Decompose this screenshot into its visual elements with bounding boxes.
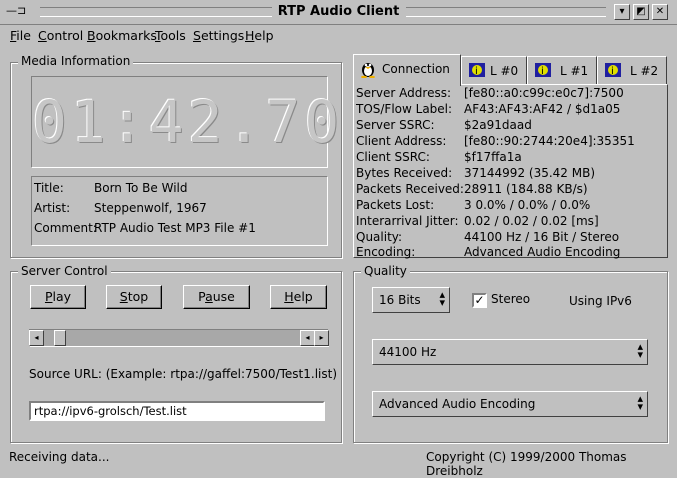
window-title: RTP Audio Client	[277, 4, 400, 19]
help-button[interactable]: Help	[270, 285, 327, 309]
ipv6-status: Using IPv6	[569, 294, 632, 308]
tux-penguin-icon	[360, 60, 376, 81]
menu-tools[interactable]: Tools	[155, 28, 186, 43]
packets-received-value: 28911 (184.88 KB/s)	[464, 182, 588, 196]
sample-rate-value: 44100 Hz	[379, 345, 437, 359]
updown-arrow-icon: ▴ ▾	[637, 340, 643, 361]
time-display: 01:42.70	[31, 76, 344, 168]
sample-rate-select[interactable]: 44100 Hz ▴ ▾	[372, 339, 648, 365]
menu-control[interactable]: Control	[38, 28, 83, 43]
conn-row: Interarrival Jitter: 0.02 / 0.02 / 0.02 […	[356, 214, 599, 228]
globe-icon: i	[468, 62, 486, 81]
tab-connection-label: Connection	[382, 62, 450, 76]
comment-value: RTP Audio Test MP3 File #1	[94, 221, 256, 235]
packets-lost-label: Packets Lost:	[356, 198, 435, 212]
scroll-right-arrow-icon[interactable]: ▸	[314, 330, 329, 346]
server-ssrc-label: Server SSRC:	[356, 118, 435, 132]
server-control-title: Server Control	[18, 264, 111, 278]
stereo-checkbox[interactable]: ✓	[472, 293, 487, 308]
conn-row: TOS/Flow Label: AF43:AF43:AF42 / $d1a05	[356, 102, 620, 116]
conn-row: Packets Received: 28911 (184.88 KB/s)	[356, 182, 588, 196]
scroll-left-button[interactable]: ◂	[29, 330, 44, 346]
scroll-left-arrow-icon[interactable]: ◂	[300, 330, 315, 346]
tab-l2[interactable]: i L #2	[597, 56, 667, 84]
svg-text:i: i	[475, 66, 478, 77]
interarrival-jitter-label: Interarrival Jitter:	[356, 214, 459, 228]
source-url-input[interactable]	[29, 401, 325, 421]
status-bar: Receiving data... Copyright (C) 1999/200…	[0, 446, 677, 478]
bits-select[interactable]: 16 Bits ▴ ▾	[372, 287, 450, 313]
pause-button[interactable]: Pause	[183, 285, 250, 309]
bytes-received-value: 37144992 (35.42 MB)	[464, 166, 596, 180]
encoding-value: Advanced Audio Encoding	[464, 245, 621, 259]
tab-l1[interactable]: i L #1	[527, 56, 597, 84]
client-ssrc-label: Client SSRC:	[356, 150, 430, 164]
globe-icon: i	[534, 62, 552, 81]
tab-connection[interactable]: Connection	[353, 54, 461, 86]
close-icon[interactable]: ✕	[652, 4, 668, 20]
menu-bookmarks[interactable]: Bookmarks	[87, 28, 157, 43]
quality-label: Quality:	[356, 230, 403, 244]
track-info-box: Title: Born To Be Wild Artist: Steppenwo…	[31, 176, 328, 246]
menu-bar: File Control Bookmarks Tools Settings He…	[0, 25, 677, 47]
copyright-text: Copyright (C) 1999/2000 Thomas Dreibholz	[426, 450, 627, 478]
connection-panel: Server Address: [fe80::a0:c99c:e0c7]:7500…	[353, 84, 668, 259]
tab-l0[interactable]: i L #0	[461, 56, 527, 84]
globe-icon: i	[604, 62, 622, 81]
encoding-select[interactable]: Advanced Audio Encoding ▴ ▾	[372, 391, 648, 417]
title-value: Born To Be Wild	[94, 181, 188, 195]
comment-label: Comment:	[34, 221, 97, 235]
server-address-label: Server Address:	[356, 86, 451, 100]
artist-label: Artist:	[34, 201, 71, 215]
tos-flow-label: TOS/Flow Label:	[356, 102, 453, 116]
tab-l0-label: L #0	[490, 64, 519, 78]
server-ssrc-value: $2a91daad	[464, 118, 532, 132]
position-slider[interactable]: ◂ ◂ ▸	[29, 329, 329, 347]
media-information-title: Media Information	[18, 54, 134, 68]
tos-flow-value: AF43:AF43:AF42 / $d1a05	[464, 102, 621, 116]
minimize-icon[interactable]: ▾	[614, 4, 630, 20]
time-display-value: 01:42.70	[32, 88, 344, 156]
title-label: Title:	[34, 181, 64, 195]
bytes-received-label: Bytes Received:	[356, 166, 453, 180]
packets-lost-value: 3 0.0% / 0.0% / 0.0%	[464, 198, 591, 212]
position-slider-thumb[interactable]	[53, 330, 66, 346]
stop-button[interactable]: Stop	[106, 285, 162, 309]
svg-text:i: i	[541, 66, 544, 77]
bits-select-value: 16 Bits	[379, 293, 421, 307]
artist-value: Steppenwolf, 1967	[94, 201, 207, 215]
client-address-value: [fe80::90:2744:20e4]:35351	[464, 134, 635, 148]
stereo-label[interactable]: Stereo	[491, 292, 530, 306]
play-button[interactable]: Play	[30, 285, 86, 309]
conn-row: Quality: 44100 Hz / 16 Bit / Stereo	[356, 230, 619, 244]
packets-received-label: Packets Received:	[356, 182, 464, 196]
encoding-select-value: Advanced Audio Encoding	[379, 397, 536, 411]
conn-row: Packets Lost: 3 0.0% / 0.0% / 0.0%	[356, 198, 590, 212]
encoding-label: Encoding:	[356, 245, 416, 259]
client-ssrc-value: $f17ffa1a	[464, 150, 522, 164]
conn-row: Server Address: [fe80::a0:c99c:e0c7]:7500	[356, 86, 624, 100]
status-text: Receiving data...	[9, 450, 110, 464]
client-address-label: Client Address:	[356, 134, 447, 148]
tab-l1-label: L #1	[560, 64, 589, 78]
updown-arrow-icon: ▴ ▾	[637, 392, 643, 413]
title-bar[interactable]: —⊐ RTP Audio Client ▾ ◩ ✕	[0, 0, 677, 25]
menu-help[interactable]: Help	[245, 28, 274, 43]
menu-file[interactable]: File	[10, 28, 31, 43]
conn-row: Client Address: [fe80::90:2744:20e4]:3535…	[356, 134, 635, 148]
menu-settings[interactable]: Settings	[193, 28, 244, 43]
conn-row: Bytes Received: 37144992 (35.42 MB)	[356, 166, 595, 180]
conn-row: Server SSRC: $2a91daad	[356, 118, 532, 132]
conn-row: Encoding: Advanced Audio Encoding	[356, 245, 620, 259]
tab-l2-label: L #2	[630, 64, 659, 78]
interarrival-jitter-value: 0.02 / 0.02 / 0.02 [ms]	[464, 214, 599, 228]
quality-value: 44100 Hz / 16 Bit / Stereo	[464, 230, 620, 244]
source-url-hint: Source URL: (Example: rtpa://gaffel:7500…	[29, 367, 337, 381]
maximize-icon[interactable]: ◩	[633, 4, 649, 20]
updown-arrow-icon: ▴ ▾	[439, 288, 445, 309]
quality-title: Quality	[361, 264, 410, 278]
conn-row: Client SSRC: $f17ffa1a	[356, 150, 522, 164]
svg-text:i: i	[611, 66, 614, 77]
server-address-value: [fe80::a0:c99c:e0c7]:7500	[464, 86, 624, 100]
